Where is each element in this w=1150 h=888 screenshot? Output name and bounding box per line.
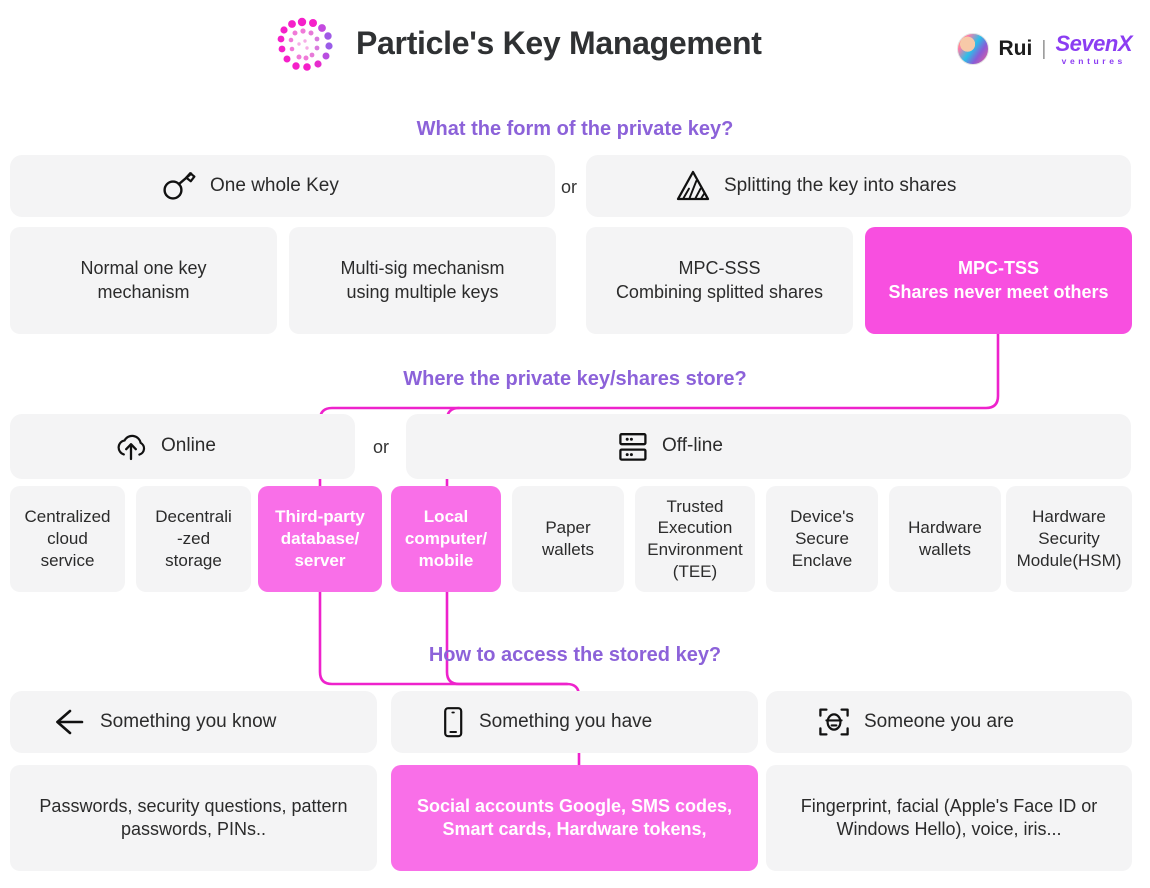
- section-3-question: How to access the stored key?: [428, 644, 722, 666]
- card-tee-text: Trusted Execution Environment (TEE): [647, 496, 743, 581]
- card-passwords-text: Passwords, security questions, pattern pa…: [39, 795, 348, 839]
- card-mpc-sss[interactable]: MPC-SSS Combining splitted shares: [586, 227, 853, 334]
- key-icon: [162, 171, 196, 201]
- card-biometrics[interactable]: Fingerprint, facial (Apple's Face ID or W…: [766, 765, 1132, 871]
- card-multi-sig[interactable]: Multi-sig mechanism using multiple keys: [289, 227, 556, 334]
- card-social-accounts[interactable]: Social accounts Google, SMS codes, Smart …: [391, 765, 758, 871]
- sevenx-logo: SevenX ventures: [1055, 30, 1133, 66]
- card-hsm-text: Hardware Security Module(HSM): [1016, 507, 1122, 570]
- option-someone-you-are[interactable]: Someone you are: [766, 691, 1132, 753]
- split-shares-icon: [676, 170, 710, 202]
- option-offline-label: Off-line: [662, 435, 723, 457]
- section-1-question: What the form of the private key?: [416, 118, 734, 140]
- option-something-you-know-label: Something you know: [100, 710, 277, 732]
- author-name: Rui: [998, 37, 1033, 60]
- section-2-or-label: or: [372, 437, 389, 457]
- card-third-party-database-text: Third-party database/server: [275, 507, 365, 570]
- mobile-device-icon: [441, 706, 465, 738]
- face-scan-icon: [818, 706, 850, 738]
- card-biometrics-text: Fingerprint, facial (Apple's Face ID or W…: [800, 795, 1098, 839]
- brand-credit: Rui | SevenX ventures: [957, 32, 1132, 66]
- card-mpc-tss[interactable]: MPC-TSS Shares never meet others: [865, 227, 1132, 334]
- card-social-accounts-text: Social accounts Google, SMS codes, Smart …: [416, 795, 733, 839]
- card-third-party-database[interactable]: Third-party database/server: [258, 486, 382, 592]
- option-online-label: Online: [161, 435, 216, 457]
- option-one-whole-key-label: One whole Key: [210, 174, 339, 196]
- card-decentralized-storage[interactable]: Decentrali -zed storage: [136, 486, 251, 592]
- card-hardware-wallets-text: Hardware wallets: [908, 518, 982, 559]
- page-header: Particle's Key Management Rui | SevenX v…: [0, 0, 1150, 96]
- avatar: [957, 33, 990, 65]
- cloud-upload-icon: [115, 432, 147, 462]
- card-multi-sig-text: Multi-sig mechanism using multiple keys: [340, 258, 505, 302]
- server-rack-icon: [618, 431, 648, 463]
- card-paper-wallets[interactable]: Paper wallets: [512, 486, 624, 592]
- option-something-you-have[interactable]: Something you have: [391, 691, 758, 753]
- card-local-computer-mobile[interactable]: Local computer/mobile: [391, 486, 501, 592]
- card-centralized-cloud-service-text: Centralized cloud service: [24, 507, 111, 570]
- option-offline[interactable]: Off-line: [406, 414, 1131, 479]
- card-hsm[interactable]: Hardware Security Module(HSM): [1006, 486, 1132, 592]
- particle-spiral-logo-icon: [272, 16, 338, 80]
- option-something-you-know[interactable]: Something you know: [10, 691, 377, 753]
- card-normal-one-key[interactable]: Normal one key mechanism: [10, 227, 277, 334]
- card-centralized-cloud-service[interactable]: Centralized cloud service: [10, 486, 125, 592]
- sevenx-logo-sub: ventures: [1061, 55, 1126, 66]
- option-online[interactable]: Online: [10, 414, 355, 479]
- option-something-you-have-label: Something you have: [479, 710, 653, 732]
- option-splitting-key[interactable]: Splitting the key into shares: [586, 155, 1131, 217]
- card-tee[interactable]: Trusted Execution Environment (TEE): [635, 486, 755, 592]
- brand-separator: |: [1041, 37, 1047, 60]
- card-paper-wallets-text: Paper wallets: [542, 518, 594, 559]
- option-splitting-key-label: Splitting the key into shares: [724, 174, 957, 196]
- card-secure-enclave[interactable]: Device's Secure Enclave: [766, 486, 878, 592]
- sevenx-logo-main: SevenX: [1055, 30, 1133, 56]
- option-one-whole-key[interactable]: One whole Key: [10, 155, 555, 217]
- card-passwords[interactable]: Passwords, security questions, pattern pa…: [10, 765, 377, 871]
- page-title: Particle's Key Management: [356, 25, 762, 61]
- card-secure-enclave-text: Device's Secure Enclave: [790, 507, 854, 570]
- arrow-left-knowledge-icon: [52, 707, 86, 737]
- card-decentralized-storage-text: Decentrali -zed storage: [155, 507, 232, 570]
- card-mpc-tss-text: MPC-TSS Shares never meet others: [888, 258, 1109, 302]
- section-2-question: Where the private key/shares store?: [403, 368, 747, 390]
- card-normal-one-key-text: Normal one key mechanism: [80, 258, 207, 302]
- card-hardware-wallets[interactable]: Hardware wallets: [889, 486, 1001, 592]
- option-someone-you-are-label: Someone you are: [864, 710, 1014, 732]
- card-local-computer-mobile-text: Local computer/mobile: [404, 507, 488, 570]
- card-mpc-sss-text: MPC-SSS Combining splitted shares: [615, 258, 824, 302]
